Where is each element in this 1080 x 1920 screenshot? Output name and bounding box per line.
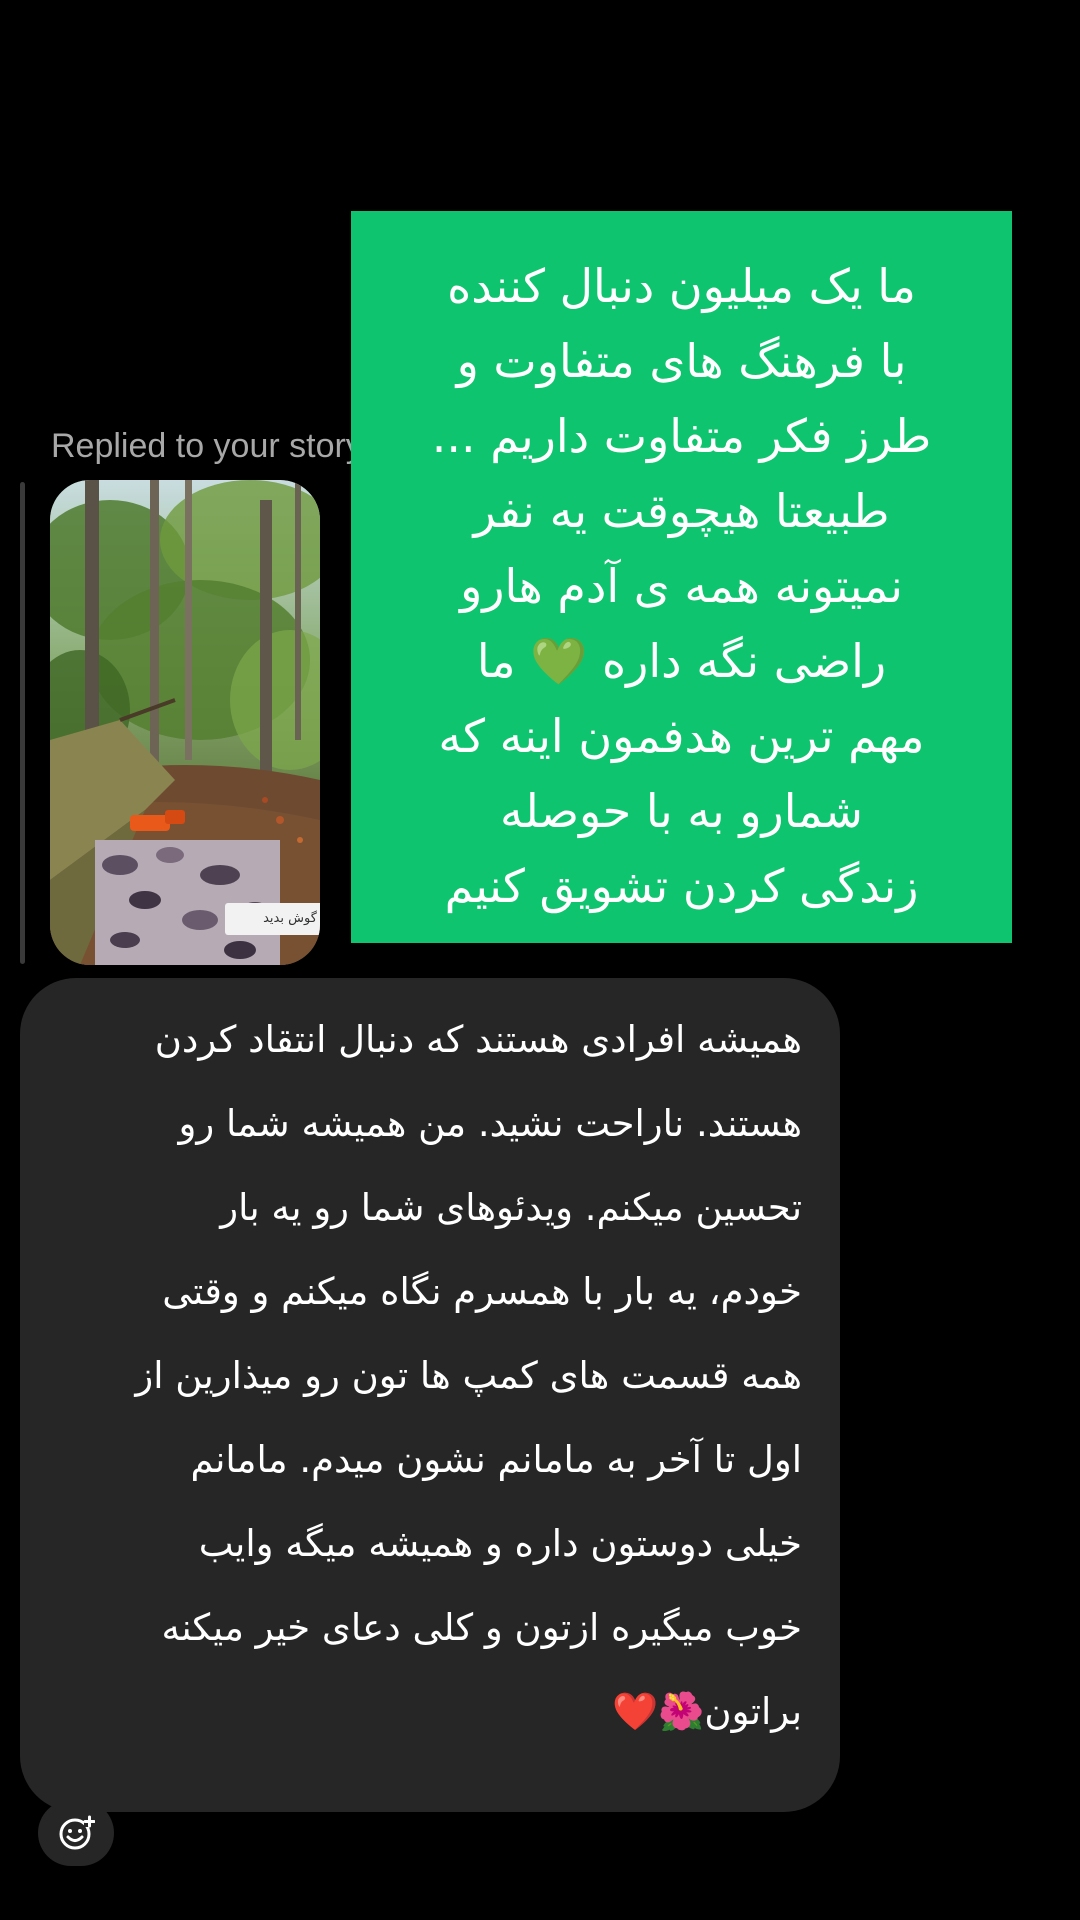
message-line: خوب میگیره ازتون و کلی دعای خیر میکنه <box>161 1606 803 1649</box>
message-line: هستند. ناراحت نشید. من همیشه شما رو <box>178 1102 802 1145</box>
replied-to-story-label: Replied to your story <box>51 427 351 465</box>
message-line: اول تا آخر به مامانم نشون میدم. مامانم <box>190 1438 802 1481</box>
reply-indicator-bar <box>20 482 25 964</box>
green-card-line: طرز فکر متفاوت داریم ... <box>431 409 932 463</box>
story-thumbnail[interactable]: گوش بدید <box>50 480 320 965</box>
green-card-line: زندگی کردن تشویق کنیم <box>444 859 919 913</box>
green-card-line: با فرهنگ های متفاوت و <box>456 334 907 388</box>
green-card-line: نمیتونه همه ی آدم هارو <box>460 559 903 613</box>
forest-camp-image <box>50 480 320 965</box>
message-text: همیشه افرادی هستند که دنبال انتقاد کردن … <box>60 998 802 1754</box>
green-card-line: مهم ترین هدفمون اینه که <box>438 709 925 763</box>
message-bubble[interactable]: همیشه افرادی هستند که دنبال انتقاد کردن … <box>20 978 840 1812</box>
shared-green-card: ما یک میلیون دنبال کننده با فرهنگ های مت… <box>351 211 1012 943</box>
message-line: خودم، یه بار با همسرم نگاه میکنم و وقتی <box>162 1270 802 1313</box>
message-line: خیلی دوستون داره و همیشه میگه وایب <box>198 1522 802 1565</box>
add-reaction-icon <box>59 1815 95 1850</box>
message-line: براتون🌺❤️ <box>612 1690 802 1733</box>
message-line: همیشه افرادی هستند که دنبال انتقاد کردن <box>154 1018 802 1061</box>
green-card-line: ما یک میلیون دنبال کننده <box>447 259 916 313</box>
message-line: تحسین میکنم. ویدئوهای شما رو یه بار <box>220 1186 802 1229</box>
add-reaction-button[interactable] <box>38 1800 114 1866</box>
green-card-line: راضی نگه داره 💚 ما <box>476 634 887 688</box>
green-card-line: طبیعتا هیچوقت یه نفر <box>473 484 890 538</box>
green-card-text: ما یک میلیون دنبال کننده با فرهنگ های مت… <box>371 249 992 924</box>
green-card-line: شمارو به با حوصله <box>500 784 863 838</box>
story-sticker: گوش بدید <box>225 903 320 935</box>
message-line: همه قسمت های کمپ ها تون رو میذارین از <box>135 1354 802 1397</box>
